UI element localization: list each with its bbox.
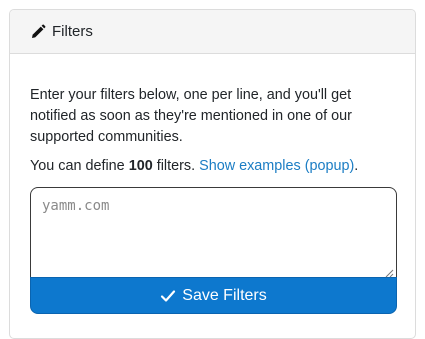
limit-prefix: You can define [30, 158, 129, 174]
filters-textarea[interactable] [30, 187, 397, 277]
limit-suffix: filters. [152, 158, 200, 174]
show-examples-link[interactable]: Show examples (popup) [199, 158, 354, 174]
limit-count: 100 [128, 158, 153, 174]
save-filters-button[interactable]: Save Filters [30, 277, 397, 314]
filters-textarea-wrap [30, 187, 397, 278]
card-header: Filters [10, 10, 415, 54]
card-body: Enter your filters below, one per line, … [10, 54, 415, 314]
resize-handle-icon[interactable] [385, 265, 394, 278]
filters-card: Filters Enter your filters below, one pe… [9, 9, 416, 339]
limit-end: . [354, 158, 359, 174]
filters-form: Save Filters [30, 187, 397, 314]
check-icon [160, 288, 176, 304]
filters-description: Enter your filters below, one per line, … [30, 87, 352, 145]
card-title: Filters [52, 23, 93, 40]
pencil-icon [30, 24, 46, 40]
filters-limit-text: You can define 100 filters. Show example… [30, 156, 395, 177]
save-filters-label: Save Filters [182, 286, 267, 304]
